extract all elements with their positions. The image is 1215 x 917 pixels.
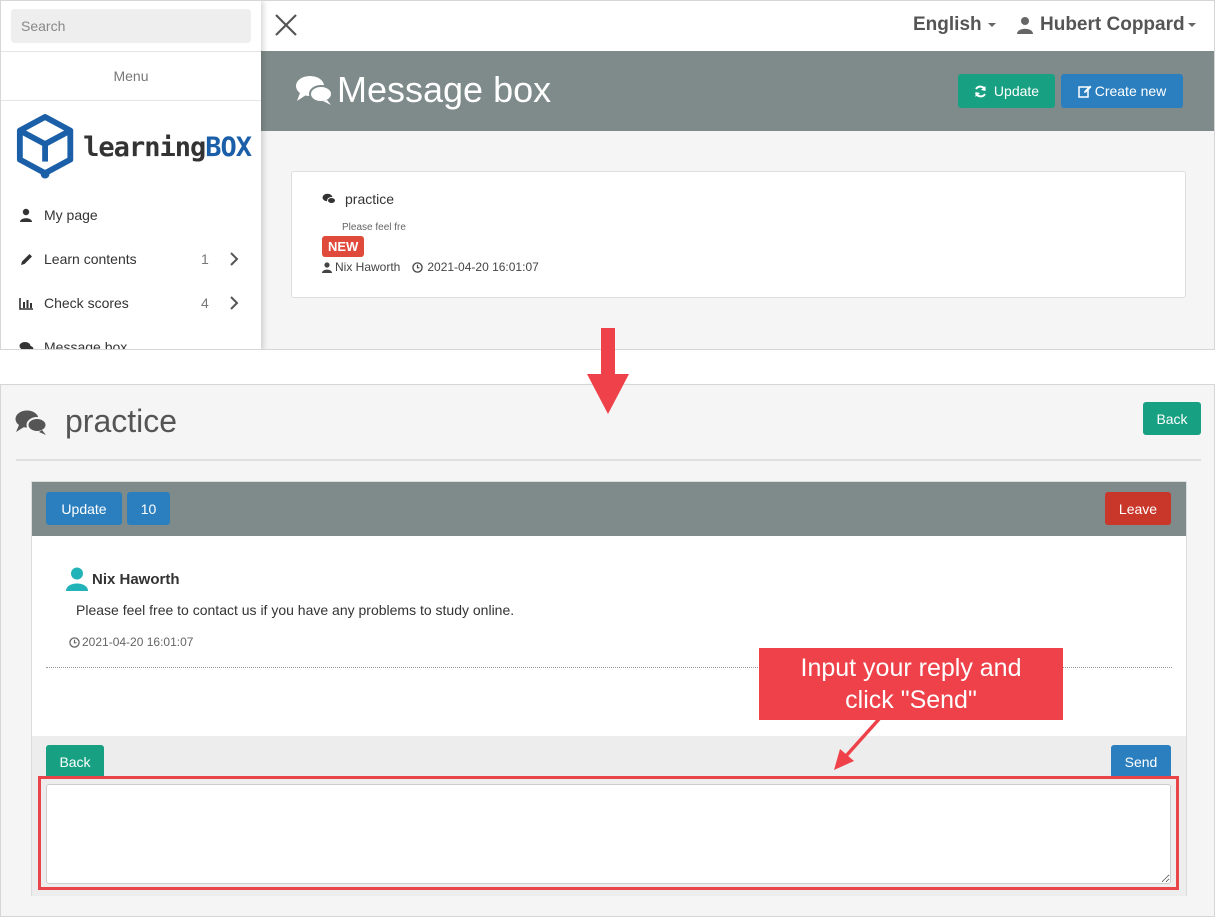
message-box-screenshot: Menu learningBOX My page Learn contents … bbox=[0, 0, 1215, 350]
update-button[interactable]: Update bbox=[46, 492, 122, 525]
post-timestamp: 2021-04-20 16:01:07 bbox=[69, 635, 193, 649]
comments-icon bbox=[322, 193, 336, 204]
user-menu-dropdown[interactable]: Hubert Coppard bbox=[1017, 14, 1196, 36]
caret-down-icon bbox=[987, 22, 996, 27]
message-meta: Nix Haworth 2021-04-20 16:01:07 bbox=[322, 260, 539, 274]
message-count-button[interactable]: 10 bbox=[127, 492, 170, 525]
page-header: Message box Update Create new bbox=[261, 51, 1214, 131]
comments-icon bbox=[15, 410, 47, 435]
thread-title: practice bbox=[15, 403, 177, 440]
reply-area: Back Send bbox=[32, 736, 1186, 896]
logo-wordmark: learningBOX bbox=[83, 131, 252, 163]
user-avatar-icon bbox=[66, 567, 88, 591]
sidebar-item-count: 4 bbox=[201, 295, 209, 311]
chevron-right-icon bbox=[230, 296, 239, 310]
close-icon[interactable] bbox=[273, 12, 299, 38]
search-input[interactable] bbox=[11, 9, 251, 43]
reply-textarea[interactable] bbox=[46, 784, 1171, 884]
leave-button[interactable]: Leave bbox=[1105, 492, 1171, 525]
learningbox-logo[interactable]: learningBOX bbox=[15, 111, 252, 183]
page-title: Message box bbox=[295, 69, 551, 111]
pencil-icon bbox=[17, 252, 35, 267]
message-preview: Please feel fre bbox=[342, 222, 406, 233]
send-button[interactable]: Send bbox=[1111, 745, 1171, 778]
language-dropdown[interactable]: English bbox=[913, 14, 996, 36]
down-arrow-icon bbox=[587, 328, 629, 414]
new-badge: NEW bbox=[322, 236, 365, 257]
clock-icon bbox=[412, 261, 424, 273]
comments-icon bbox=[17, 341, 35, 349]
user-icon bbox=[322, 261, 332, 273]
reply-back-button[interactable]: Back bbox=[46, 745, 104, 778]
user-icon bbox=[1017, 17, 1033, 34]
message-title: practice bbox=[322, 191, 394, 207]
sidebar-item-label: Learn contents bbox=[44, 251, 137, 267]
update-button[interactable]: Update bbox=[958, 74, 1055, 108]
message-timestamp: 2021-04-20 16:01:07 bbox=[427, 260, 539, 274]
sidebar-item-learn-contents[interactable]: Learn contents 1 bbox=[1, 237, 261, 281]
cube-logo-icon bbox=[16, 114, 74, 179]
message-author: Nix Haworth bbox=[335, 260, 401, 274]
sidebar-item-my-page[interactable]: My page bbox=[1, 193, 261, 237]
divider bbox=[16, 459, 1201, 461]
sidebar-item-count: 1 bbox=[201, 251, 209, 267]
comments-icon bbox=[296, 76, 333, 105]
top-navbar: English Hubert Coppard bbox=[261, 1, 1214, 51]
menu-label: Menu bbox=[1, 51, 261, 101]
edit-icon bbox=[1077, 85, 1092, 98]
back-button[interactable]: Back bbox=[1143, 402, 1201, 435]
sidebar-item-label: My page bbox=[44, 207, 98, 223]
user-icon bbox=[17, 208, 35, 222]
create-new-button[interactable]: Create new bbox=[1061, 74, 1183, 108]
post-author: Nix Haworth bbox=[66, 567, 180, 591]
sidebar: Menu learningBOX My page Learn contents … bbox=[1, 1, 261, 350]
bar-chart-icon bbox=[17, 297, 35, 310]
callout-pointer-arrow-icon bbox=[834, 716, 882, 770]
clock-icon bbox=[69, 636, 80, 648]
sidebar-item-message-box[interactable]: Message box bbox=[1, 325, 261, 350]
sidebar-item-label: Check scores bbox=[44, 295, 129, 311]
sidebar-item-label: Message box bbox=[44, 339, 128, 350]
message-list-item[interactable]: practice Please feel fre NEW Nix Haworth… bbox=[291, 171, 1186, 298]
instruction-callout: Input your reply and click "Send" bbox=[759, 648, 1063, 720]
chevron-right-icon bbox=[230, 252, 239, 266]
thread-toolbar: Update 10 Leave bbox=[32, 482, 1186, 536]
caret-down-icon bbox=[1187, 23, 1196, 27]
post-body: Please feel free to contact us if you ha… bbox=[76, 602, 515, 618]
refresh-icon bbox=[974, 85, 986, 97]
sidebar-item-check-scores[interactable]: Check scores 4 bbox=[1, 281, 261, 325]
